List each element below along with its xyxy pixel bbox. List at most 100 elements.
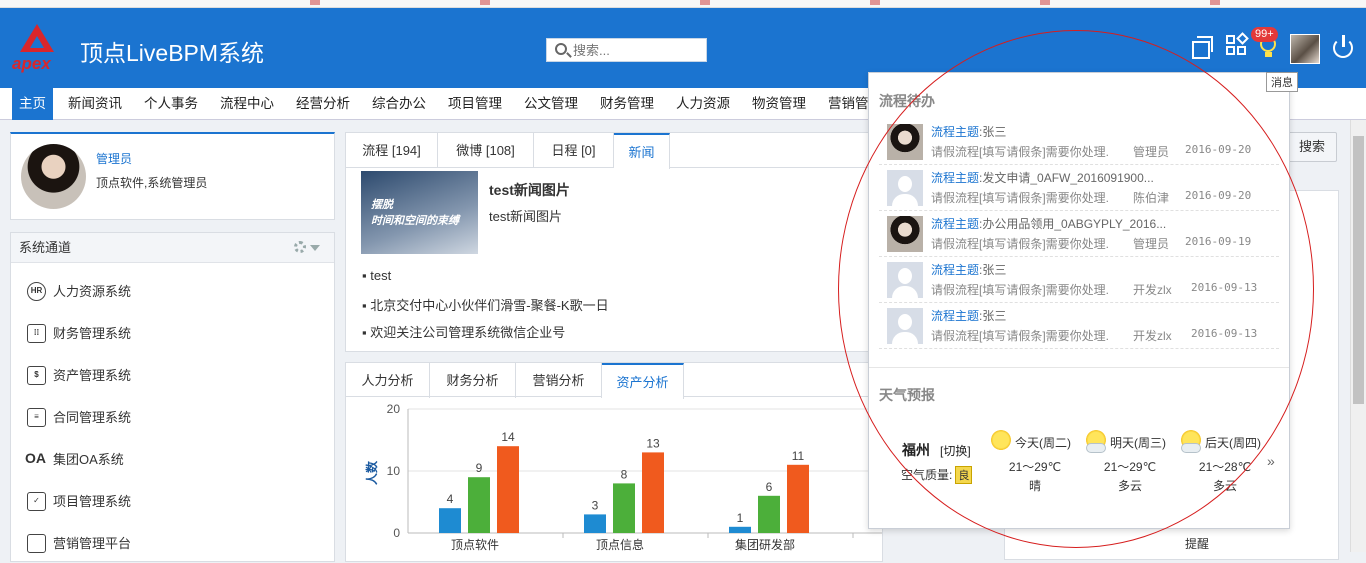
profile-desc: 顶点软件,系统管理员: [96, 176, 208, 190]
global-search[interactable]: [546, 38, 707, 62]
tab-weibo[interactable]: 微博 [108]: [438, 133, 534, 168]
city-switch-link[interactable]: [切换]: [940, 442, 971, 459]
nav-project[interactable]: 项目管理: [448, 88, 502, 120]
bar: [439, 508, 461, 533]
todo-date: 2016-09-13: [1191, 281, 1258, 294]
logo-text: apex: [12, 54, 51, 73]
data-label: 9: [476, 461, 483, 475]
data-label: 6: [766, 480, 773, 494]
todo-subject[interactable]: 流程主题:张三: [931, 123, 1006, 140]
x-tick-label: 顶点信息: [596, 537, 644, 552]
avatar: [887, 216, 923, 252]
scrollbar[interactable]: [1350, 120, 1366, 552]
y-tick-label: 0: [393, 526, 400, 540]
nav-process[interactable]: 流程中心: [220, 88, 274, 120]
nav-hr[interactable]: 人力资源: [676, 88, 730, 120]
nav-document[interactable]: 公文管理: [524, 88, 578, 120]
todo-detail: 请假流程[填写请假条]需要你处理.: [931, 237, 1110, 251]
nav-marketing[interactable]: 营销管: [828, 88, 869, 120]
monitor-icon: [27, 534, 46, 553]
todo-subject[interactable]: 流程主题:张三: [931, 261, 1006, 278]
weather-temp: 21～29℃: [1008, 460, 1062, 474]
todo-item[interactable]: 流程主题:张三请假流程[填写请假条]需要你处理. 管理员 2016-09-20: [879, 119, 1279, 165]
weather-cond: 多云: [1117, 479, 1142, 493]
reminder-label[interactable]: 提醒: [1185, 535, 1209, 552]
weather-day-label: 今天(周二): [1015, 436, 1071, 450]
tab-news[interactable]: 新闻: [614, 133, 670, 169]
gear-icon[interactable]: [294, 241, 306, 253]
search-input[interactable]: [573, 41, 703, 59]
weather-temp: 21～28℃: [1198, 460, 1252, 474]
nav-personal[interactable]: 个人事务: [144, 88, 198, 120]
power-icon[interactable]: [1330, 34, 1356, 60]
weather-temp: 21～29℃: [1103, 460, 1157, 474]
todo-subject[interactable]: 流程主题:办公用品领用_0ABGYPLY_2016...: [931, 215, 1166, 232]
nav-materials[interactable]: 物资管理: [752, 88, 806, 120]
news-panel: 流程 [194] 微博 [108] 日程 [0] 新闻 摆脱 时间和空间的束缚 …: [345, 132, 883, 352]
tab-schedule[interactable]: 日程 [0]: [534, 133, 614, 168]
news-item[interactable]: ▪ 北京交付中心小伙伴们滑雪-聚餐-K歌一日: [362, 295, 609, 314]
bookmarks-bar: [0, 0, 1366, 8]
todo-date: 2016-09-19: [1185, 235, 1252, 248]
nav-office[interactable]: 综合办公: [372, 88, 426, 120]
profile-avatar[interactable]: [21, 144, 86, 209]
apps-grid-icon[interactable]: [1224, 32, 1250, 60]
todo-subject[interactable]: 流程主题:张三: [931, 307, 1006, 324]
bar: [787, 464, 809, 533]
channel-header: 系统通道: [11, 233, 334, 263]
search-icon[interactable]: [555, 43, 567, 55]
profile-name[interactable]: 管理员: [96, 150, 132, 167]
news-item[interactable]: ▪ 欢迎关注公司管理系统微信企业号: [362, 322, 565, 341]
todo-item[interactable]: 流程主题:发文申请_0AFW_2016091900... 请假流程[填写请假条]需…: [879, 165, 1279, 211]
todo-person: 管理员: [1133, 237, 1170, 251]
tab-hr-analysis[interactable]: 人力分析: [346, 363, 430, 398]
todo-item[interactable]: 流程主题:张三 请假流程[填写请假条]需要你处理. 开发zlx 2016-09-13: [879, 257, 1279, 303]
news-featured-title[interactable]: test新闻图片: [489, 180, 570, 200]
y-axis-label: 人数: [364, 460, 379, 485]
todo-subject[interactable]: 流程主题:发文申请_0AFW_2016091900...: [931, 169, 1154, 186]
news-item[interactable]: ▪ test: [362, 268, 391, 283]
todo-detail: 请假流程[填写请假条]需要你处理.: [931, 145, 1110, 159]
chevron-down-icon[interactable]: [310, 245, 320, 251]
nav-business[interactable]: 经营分析: [296, 88, 350, 120]
todo-detail: 请假流程[填写请假条]需要你处理.: [931, 329, 1110, 343]
weather-cond: 多云: [1212, 479, 1237, 493]
avatar: [887, 262, 923, 298]
bar: [584, 514, 606, 533]
windows-icon[interactable]: [1190, 34, 1216, 60]
coins-icon: $: [27, 366, 46, 385]
data-label: 1: [737, 511, 744, 525]
news-featured-sub: test新闻图片: [489, 209, 562, 224]
bar: [729, 526, 751, 533]
tab-finance-analysis[interactable]: 财务分析: [430, 363, 516, 398]
bar: [497, 446, 519, 533]
nav-news[interactable]: 新闻资讯: [68, 88, 122, 120]
todo-item[interactable]: 流程主题:张三 请假流程[填写请假条]需要你处理. 开发zlx 2016-09-13: [879, 303, 1279, 349]
tab-marketing-analysis[interactable]: 营销分析: [516, 363, 602, 398]
news-thumbnail[interactable]: 摆脱 时间和空间的束缚: [361, 171, 478, 254]
news-tabs: 流程 [194] 微博 [108] 日程 [0] 新闻: [346, 133, 882, 169]
oa-icon: OA: [25, 450, 46, 466]
bar: [613, 483, 635, 533]
apex-logo[interactable]: apex: [10, 24, 66, 76]
nav-home[interactable]: 主页: [12, 88, 53, 120]
sun-icon: [991, 430, 1011, 450]
scrollbar-thumb[interactable]: [1353, 136, 1364, 404]
todo-person: 陈伯津: [1133, 191, 1170, 205]
tab-asset-analysis[interactable]: 资产分析: [602, 363, 684, 399]
avatar: [887, 124, 923, 160]
bar: [468, 477, 490, 533]
weather-day-label: 明天(周三): [1110, 436, 1166, 450]
todo-person: 管理员: [1133, 145, 1170, 159]
weather-more-icon[interactable]: »: [1267, 453, 1275, 469]
user-avatar[interactable]: [1290, 34, 1320, 64]
avatar: [887, 308, 923, 344]
todo-item[interactable]: 流程主题:办公用品领用_0ABGYPLY_2016... 请假流程[填写请假条]需…: [879, 211, 1279, 257]
analysis-tabs: 人力分析 财务分析 营销分析 资产分析: [346, 363, 882, 399]
tab-process[interactable]: 流程 [194]: [346, 133, 438, 168]
nav-finance[interactable]: 财务管理: [600, 88, 654, 120]
right-search-button[interactable]: 搜索: [1287, 132, 1337, 162]
weather-day-label: 后天(周四): [1205, 436, 1261, 450]
app-title: 顶点LiveBPM系统: [80, 40, 265, 66]
todo-date: 2016-09-20: [1185, 143, 1252, 156]
